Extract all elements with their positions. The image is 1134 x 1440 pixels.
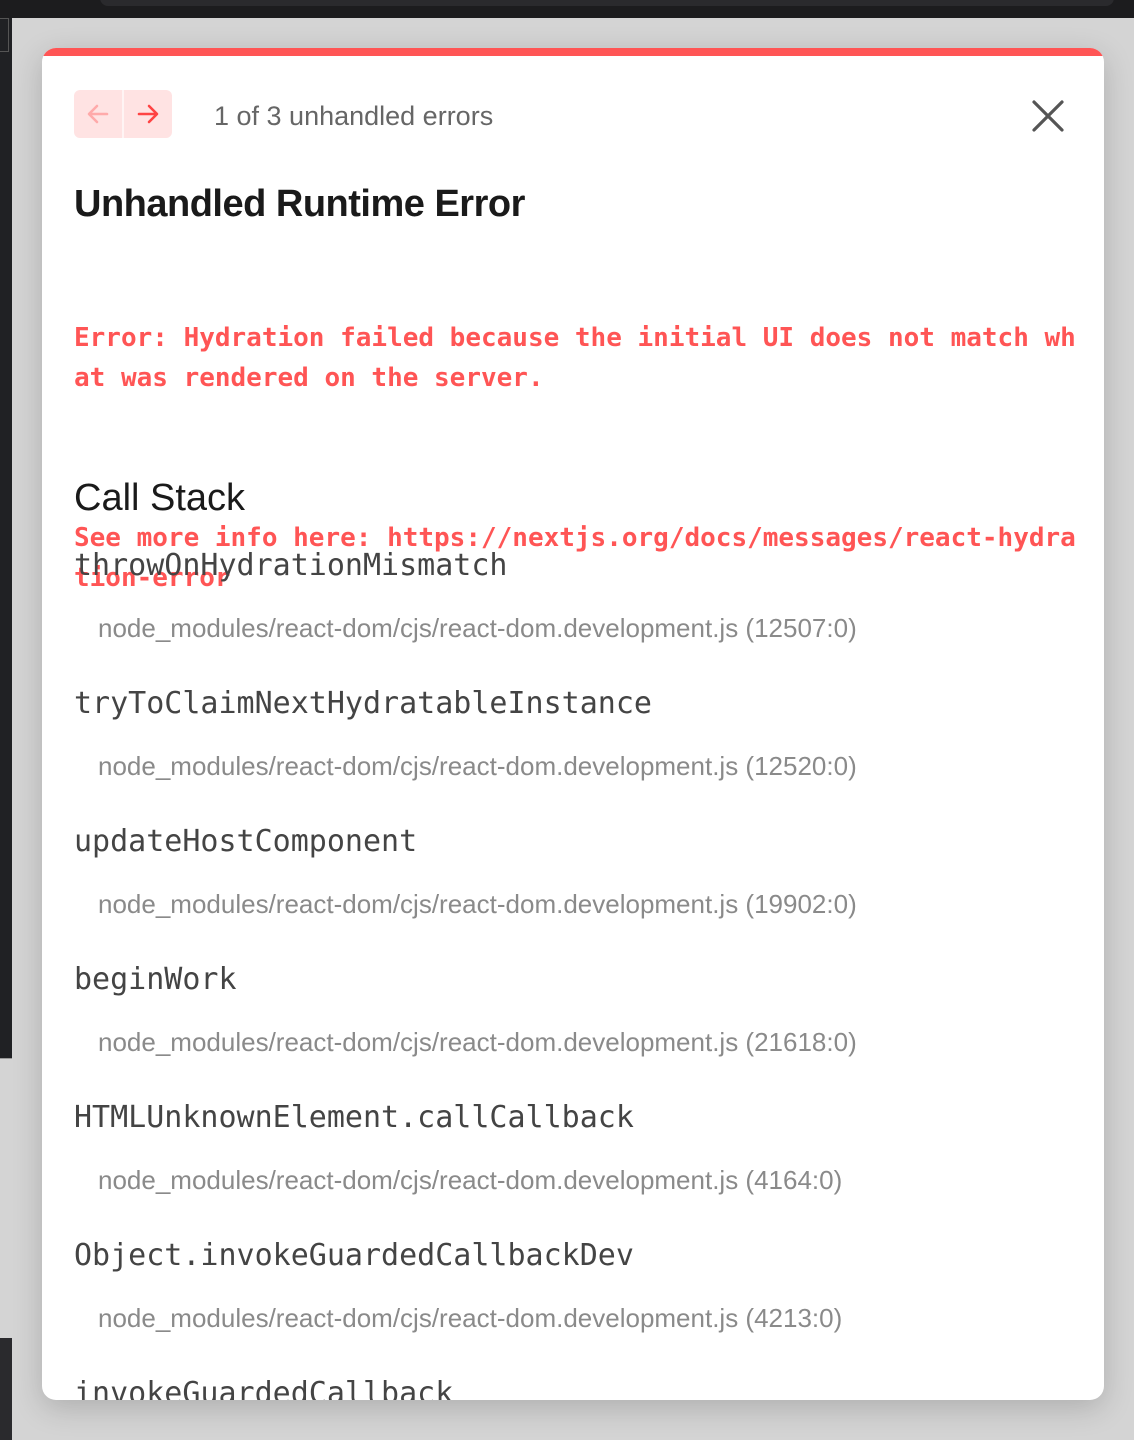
stack-frame-function: beginWork bbox=[74, 962, 237, 997]
stack-frame[interactable]: tryToClaimNextHydratableInstance node_mo… bbox=[74, 684, 1084, 822]
stack-frame-location[interactable]: node_modules/react-dom/cjs/react-dom.dev… bbox=[98, 1300, 842, 1336]
call-stack-title: Call Stack bbox=[74, 477, 246, 519]
stack-frame[interactable]: Object.invokeGuardedCallbackDev node_mod… bbox=[74, 1236, 1084, 1374]
stack-frame-function: tryToClaimNextHydratableInstance bbox=[74, 686, 652, 721]
background-app-edge-light bbox=[0, 1058, 12, 1339]
browser-top-bar bbox=[0, 0, 1134, 18]
stack-frame-function: HTMLUnknownElement.callCallback bbox=[74, 1100, 634, 1135]
close-button[interactable] bbox=[1028, 96, 1068, 136]
stack-frame[interactable]: updateHostComponent node_modules/react-d… bbox=[74, 822, 1084, 960]
error-pagination bbox=[74, 90, 172, 138]
stack-frame-location[interactable]: node_modules/react-dom/cjs/react-dom.dev… bbox=[98, 748, 857, 784]
stack-frame[interactable]: beginWork node_modules/react-dom/cjs/rea… bbox=[74, 960, 1084, 1098]
stack-frame-function: Object.invokeGuardedCallbackDev bbox=[74, 1238, 634, 1273]
error-message-text: Error: Hydration failed because the init… bbox=[74, 323, 1076, 393]
stack-frame-location[interactable]: node_modules/react-dom/cjs/react-dom.dev… bbox=[98, 1162, 842, 1198]
browser-address-pill bbox=[100, 0, 1114, 6]
dialog-accent-bar bbox=[42, 48, 1104, 56]
stack-frame-location[interactable]: node_modules/react-dom/cjs/react-dom.dev… bbox=[98, 886, 857, 922]
error-title: Unhandled Runtime Error bbox=[74, 183, 525, 225]
error-overlay-dialog: 1 of 3 unhandled errors Unhandled Runtim… bbox=[42, 48, 1104, 1400]
stack-frame-location[interactable]: node_modules/react-dom/cjs/react-dom.dev… bbox=[98, 1024, 857, 1060]
stack-frame-location[interactable]: node_modules/react-dom/cjs/react-dom.dev… bbox=[98, 610, 857, 646]
arrow-right-icon bbox=[137, 104, 159, 124]
stack-frame-function: throwOnHydrationMismatch bbox=[74, 548, 508, 583]
error-counter: 1 of 3 unhandled errors bbox=[214, 101, 494, 131]
background-app-edge-dark bbox=[0, 1338, 12, 1440]
background-app-edge bbox=[0, 18, 12, 1058]
previous-error-button[interactable] bbox=[74, 90, 122, 138]
call-stack-list: throwOnHydrationMismatch node_modules/re… bbox=[74, 546, 1084, 1400]
background-app-tab bbox=[0, 18, 9, 52]
stack-frame[interactable]: HTMLUnknownElement.callCallback node_mod… bbox=[74, 1098, 1084, 1236]
stack-frame-function: updateHostComponent bbox=[74, 824, 418, 859]
stack-frame[interactable]: invokeGuardedCallback bbox=[74, 1374, 1084, 1400]
stack-frame[interactable]: throwOnHydrationMismatch node_modules/re… bbox=[74, 546, 1084, 684]
stack-frame-function: invokeGuardedCallback bbox=[74, 1376, 454, 1400]
next-error-button[interactable] bbox=[122, 90, 172, 138]
arrow-left-icon bbox=[87, 104, 109, 124]
close-icon bbox=[1032, 100, 1064, 132]
